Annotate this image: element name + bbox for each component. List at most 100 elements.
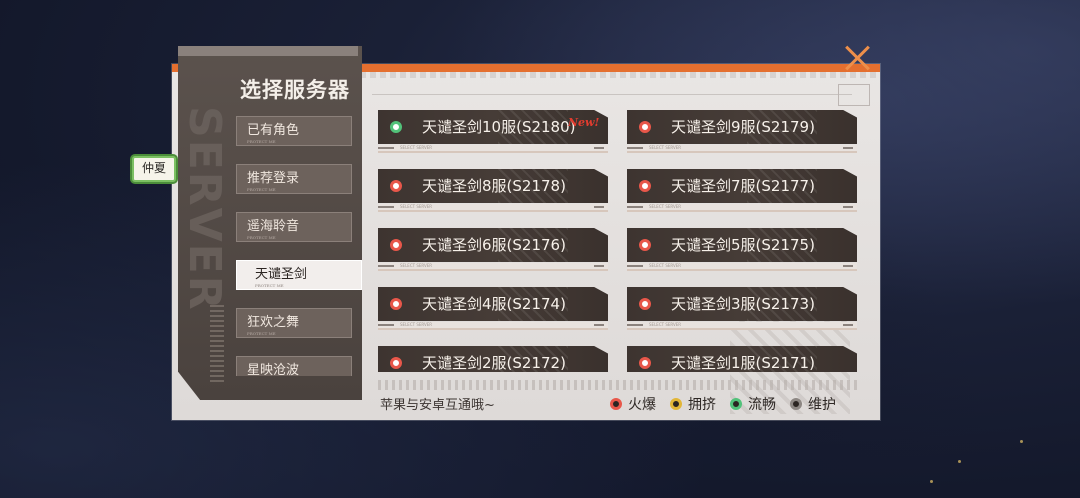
sidebar-item-sub: PROTECT ME (247, 235, 276, 240)
server-name: 天谴圣剑4服(S2174) (422, 295, 566, 313)
footer-bar (594, 147, 604, 149)
status-dot-icon (639, 298, 651, 310)
status-dot-icon (639, 121, 651, 133)
server-button[interactable]: 天谴圣剑2服(S2172)SELECT SERVER (378, 346, 608, 372)
server-group-sidebar: SERVER 选择服务器 已有角色 PROTECT ME 推荐登录 PROTECT M… (178, 46, 362, 400)
server-button[interactable]: 天谴圣剑10服(S2180) New! SELECT SERVER (378, 110, 608, 154)
status-dot-icon (670, 398, 682, 410)
sidebar-item-sub: PROTECT ME (247, 139, 276, 144)
footer-bar (627, 147, 643, 149)
footer-bar (594, 265, 604, 267)
sidebar-deco-bars (210, 302, 224, 382)
sidebar-item[interactable]: 天谴圣剑 PROTECT ME (236, 260, 362, 290)
status-dot-icon (390, 180, 402, 192)
sidebar-list[interactable]: 已有角色 PROTECT ME 推荐登录 PROTECT ME 遥海聆音 PROTECT … (234, 116, 362, 376)
footer-bar (843, 265, 853, 267)
sidebar-item-label: 遥海聆音 (247, 219, 300, 234)
sparkle (958, 460, 961, 463)
close-button[interactable] (844, 44, 872, 72)
server-button[interactable]: 天谴圣剑7服(S2177) SELECT SERVER (627, 169, 857, 213)
footer-bar (627, 324, 643, 326)
server-card: 天谴圣剑10服(S2180) New! (378, 110, 608, 144)
sidebar-item-label: 天谴圣剑 (255, 267, 308, 282)
server-button[interactable]: 天谴圣剑5服(S2175) SELECT SERVER (627, 228, 857, 272)
status-dot-icon (790, 398, 802, 410)
server-card-footer: SELECT SERVER (378, 322, 608, 330)
status-dot-icon (390, 357, 402, 369)
footer-tag: SELECT SERVER (649, 322, 681, 327)
server-name: 天谴圣剑9服(S2179) (671, 118, 815, 136)
event-badge: 仲夏 (132, 156, 176, 182)
sidebar-item-label: 星映沧波 (247, 363, 300, 376)
status-dot-icon (610, 398, 622, 410)
server-name: 天谴圣剑5服(S2175) (671, 236, 815, 254)
server-card-footer: SELECT SERVER (378, 145, 608, 153)
server-card: 天谴圣剑3服(S2173) (627, 287, 857, 321)
status-dot-icon (639, 180, 651, 192)
server-card: 天谴圣剑9服(S2179) (627, 110, 857, 144)
footer-bar (378, 265, 394, 267)
panel-deco-strip (350, 72, 880, 78)
server-card-footer: SELECT SERVER (627, 204, 857, 212)
status-dot-icon (730, 398, 742, 410)
server-list[interactable]: 天谴圣剑10服(S2180) New! SELECT SERVER 天谴圣剑9服(S2… (378, 108, 858, 372)
sidebar-top-tab (178, 46, 358, 56)
new-badge: New! (568, 116, 600, 129)
server-name: 天谴圣剑10服(S2180) (422, 118, 576, 136)
server-card: 天谴圣剑2服(S2172) (378, 346, 608, 372)
server-card-footer: SELECT SERVER (378, 263, 608, 271)
server-card: 天谴圣剑6服(S2176) (378, 228, 608, 262)
status-dot-icon (390, 298, 402, 310)
footer-tag: SELECT SERVER (649, 263, 681, 268)
sidebar-item[interactable]: 推荐登录 PROTECT ME (236, 164, 352, 194)
page-title: 选择服务器 (240, 77, 350, 102)
legend-label: 维护 (808, 397, 836, 413)
sidebar-item-sub: PROTECT ME (255, 283, 284, 288)
legend-item: 流畅 (730, 394, 776, 414)
server-name: 天谴圣剑6服(S2176) (422, 236, 566, 254)
list-deco-strip (378, 380, 858, 390)
sidebar-item-label: 推荐登录 (247, 171, 300, 186)
sparkle (1020, 440, 1023, 443)
server-button[interactable]: 天谴圣剑1服(S2171)SELECT SERVER (627, 346, 857, 372)
status-dot-icon (390, 121, 402, 133)
footer-bar (843, 324, 853, 326)
legend-item: 维护 (790, 394, 836, 414)
server-name: 天谴圣剑7服(S2177) (671, 177, 815, 195)
footer-tag: SELECT SERVER (400, 263, 432, 268)
server-card-footer: SELECT SERVER (627, 322, 857, 330)
sidebar-item[interactable]: 遥海聆音 PROTECT ME (236, 212, 352, 242)
footer-bar (627, 265, 643, 267)
server-button[interactable]: 天谴圣剑8服(S2178) SELECT SERVER (378, 169, 608, 213)
server-button[interactable]: 天谴圣剑9服(S2179) SELECT SERVER (627, 110, 857, 154)
footer-bar (378, 147, 394, 149)
sidebar-item[interactable]: 星映沧波PROTECT ME (236, 356, 352, 376)
sparkle (930, 480, 933, 483)
footer-tag: SELECT SERVER (400, 204, 432, 209)
server-button[interactable]: 天谴圣剑6服(S2176) SELECT SERVER (378, 228, 608, 272)
legend-label: 拥挤 (688, 397, 716, 413)
server-button[interactable]: 天谴圣剑3服(S2173) SELECT SERVER (627, 287, 857, 331)
status-dot-icon (639, 357, 651, 369)
legend-item: 拥挤 (670, 394, 716, 414)
footer-tag: SELECT SERVER (400, 322, 432, 327)
server-card-footer: SELECT SERVER (378, 204, 608, 212)
legend-label: 火爆 (628, 397, 656, 413)
server-name: 天谴圣剑1服(S2171) (671, 354, 815, 372)
sidebar-item[interactable]: 已有角色 PROTECT ME (236, 116, 352, 146)
server-card: 天谴圣剑8服(S2178) (378, 169, 608, 203)
footer-bar (594, 324, 604, 326)
footer-bar (843, 147, 853, 149)
server-button[interactable]: 天谴圣剑4服(S2174) SELECT SERVER (378, 287, 608, 331)
sidebar-item-label: 已有角色 (247, 123, 300, 138)
server-card: 天谴圣剑5服(S2175) (627, 228, 857, 262)
status-legend: 火爆 拥挤 流畅 维护 (610, 394, 836, 414)
server-name: 天谴圣剑3服(S2173) (671, 295, 815, 313)
footer-bar (594, 206, 604, 208)
legend-item: 火爆 (610, 394, 656, 414)
sidebar-item[interactable]: 狂欢之舞 PROTECT ME (236, 308, 352, 338)
sidebar-item-sub: PROTECT ME (247, 331, 276, 336)
server-card-footer: SELECT SERVER (627, 263, 857, 271)
footer-bar (378, 206, 394, 208)
status-dot-icon (639, 239, 651, 251)
